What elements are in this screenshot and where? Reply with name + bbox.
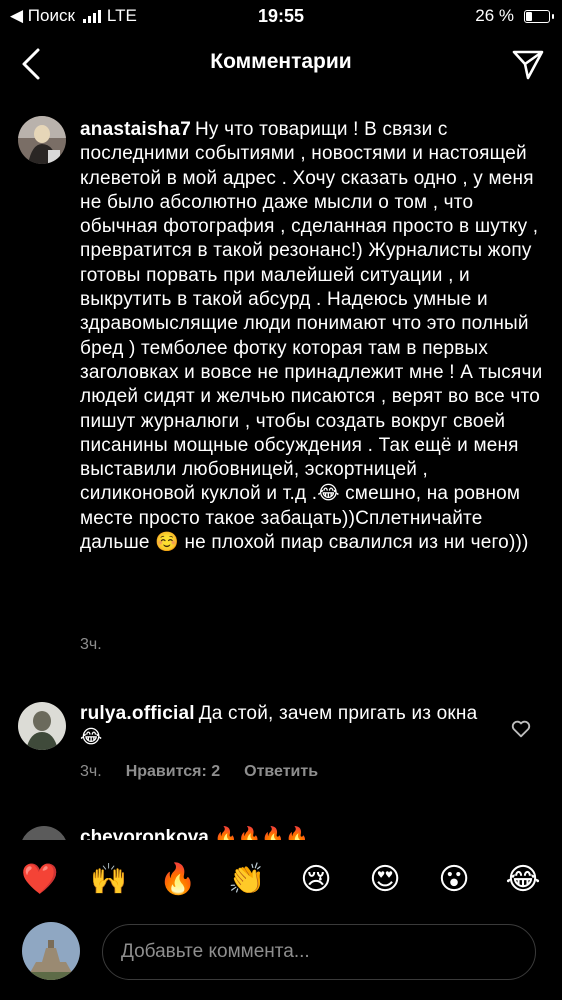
comment-body: chevoronkova 🔥🔥🔥🔥 (80, 825, 309, 840)
likes-count[interactable]: Нравится: 2 (126, 763, 220, 781)
red-heart-emoji-icon[interactable]: ❤️ (20, 860, 60, 900)
comment-username[interactable]: anastaisha7 (80, 119, 191, 140)
avatar-photo-icon (22, 922, 80, 980)
comment-text: 🔥🔥🔥🔥 (214, 827, 309, 840)
comment-meta: 3ч. (80, 636, 102, 654)
current-user-avatar[interactable] (22, 922, 80, 980)
share-button[interactable] (510, 46, 546, 82)
partial-comment: chevoronkova 🔥🔥🔥🔥 (20, 824, 540, 840)
emoji-bar: ❤️ 🙌 🔥 👏 😢 😍 😮 😂 (0, 846, 562, 914)
surprised-emoji-icon[interactable]: 😮 (434, 860, 474, 900)
comment-text: Ну что товарищи ! В связи с последними с… (80, 119, 543, 554)
comment-time: 3ч. (80, 636, 102, 653)
avatar-photo-icon (18, 116, 66, 164)
raised-hands-emoji-icon[interactable]: 🙌 (89, 860, 129, 900)
battery-percent: 26 % (475, 6, 514, 25)
nav-header: Комментарии (0, 34, 562, 92)
fire-emoji-icon[interactable]: 🔥 (158, 860, 198, 900)
comment-username[interactable]: chevoronkova (80, 827, 209, 840)
comment-input[interactable]: Добавьте коммента... (102, 924, 536, 980)
comment-body: anastaisha7 Ну что товарищи ! В связи с п… (80, 118, 544, 555)
comment-time: 3ч. (80, 763, 102, 780)
heart-outline-icon (511, 720, 531, 738)
page-title: Комментарии (210, 50, 352, 73)
crying-emoji-icon[interactable]: 😢 (296, 860, 336, 900)
comment-username[interactable]: rulya.official (80, 703, 195, 724)
laughing-tears-emoji-icon[interactable]: 😂 (503, 860, 543, 900)
status-bar: ◀ Поиск LTE 19:55 26 % (0, 0, 562, 34)
clapping-emoji-icon[interactable]: 👏 (227, 860, 267, 900)
avatar-photo-icon (18, 702, 66, 750)
status-right: 26 % (475, 6, 554, 26)
paper-plane-icon (512, 50, 544, 80)
comment-body: rulya.official Да стой, зачем пригать из … (80, 702, 500, 751)
heart-eyes-emoji-icon[interactable]: 😍 (365, 860, 405, 900)
battery-icon (524, 9, 554, 23)
reply-button[interactable]: Ответить (244, 763, 318, 781)
comment-meta: 3ч. Нравится: 2 Ответить (80, 763, 318, 781)
avatar[interactable] (18, 116, 66, 164)
avatar[interactable] (18, 702, 66, 750)
comment-composer: Добавьте коммента... (0, 914, 562, 1000)
avatar[interactable] (20, 826, 68, 840)
like-button[interactable] (510, 718, 532, 740)
